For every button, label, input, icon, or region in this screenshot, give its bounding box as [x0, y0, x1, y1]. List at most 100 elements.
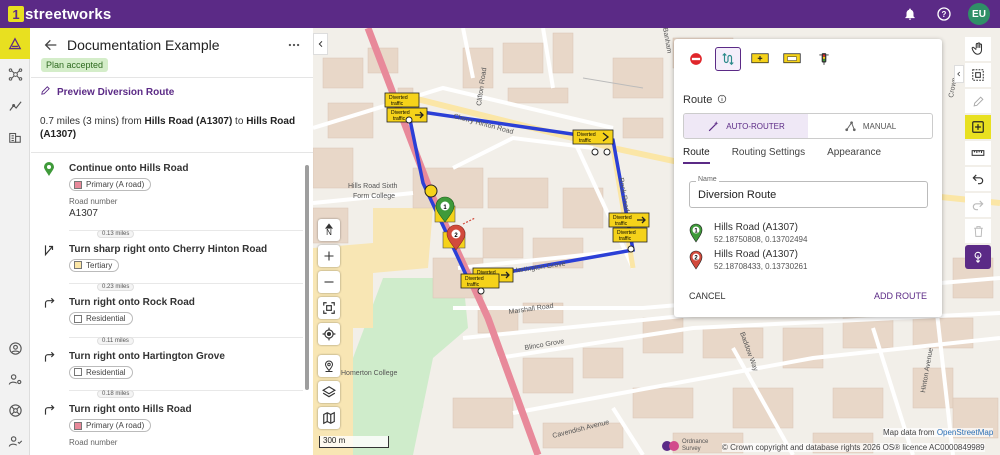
add-route-button[interactable]: ADD ROUTE	[874, 291, 927, 301]
route-step[interactable]: Turn sharp right onto Cherry Hinton Road…	[31, 239, 303, 291]
delete-icon[interactable]	[965, 219, 991, 243]
dialog-tabs: Route Routing Settings Appearance	[683, 147, 933, 164]
diverted-traffic-sign[interactable]: Diverted traffic	[612, 227, 648, 243]
tab-appearance[interactable]: Appearance	[827, 147, 881, 164]
zoom-out-button[interactable]	[318, 271, 340, 293]
top-bar: 1 streetworks ? EU	[0, 0, 1000, 28]
route-heading: Route	[683, 94, 727, 106]
route-step[interactable]: Turn right onto Hills Road Primary (A ro…	[31, 399, 303, 447]
road-type-chip: Primary (A road)	[69, 419, 152, 432]
hand-pan-icon[interactable]	[965, 37, 991, 61]
distance-label: 0.18 miles	[97, 390, 135, 398]
add-feature-icon[interactable]	[965, 115, 991, 139]
app-logo[interactable]: 1 streetworks	[8, 6, 111, 23]
preview-route-label: Preview Diversion Route	[57, 86, 175, 98]
sign-icon[interactable]	[747, 47, 773, 71]
road-swatch	[74, 314, 82, 323]
page-title: Documentation Example	[67, 37, 220, 53]
manual-button[interactable]: MANUAL	[808, 114, 932, 138]
locate-icon[interactable]	[318, 323, 340, 345]
step-distance: 0.18 miles	[69, 384, 303, 398]
road-type-chip: Residential	[69, 365, 133, 379]
openstreetmap-link[interactable]: OpenStreetMap	[937, 428, 993, 437]
nav-network-icon[interactable]	[0, 59, 30, 90]
info-icon[interactable]	[717, 94, 727, 104]
diversion-route-icon[interactable]	[715, 47, 741, 71]
app-name: streetworks	[25, 5, 112, 23]
road-swatch	[74, 261, 82, 269]
touch-mode-icon[interactable]	[965, 245, 991, 269]
bell-icon[interactable]	[900, 4, 920, 24]
auto-router-label: AUTO-ROUTER	[726, 121, 785, 131]
redo-icon[interactable]	[965, 193, 991, 217]
route-step[interactable]: Continue onto Hills Road Primary (A road…	[31, 158, 303, 238]
traffic-light-icon[interactable]	[811, 47, 837, 71]
os-logo-icon	[662, 441, 679, 451]
avatar[interactable]: EU	[968, 3, 990, 25]
panel-scrollbar[interactable]	[305, 165, 309, 390]
route-point[interactable]: 2 Hills Road (A1307) 52.18708433, 0.1373…	[689, 249, 929, 275]
undo-icon[interactable]	[965, 167, 991, 191]
diverted-traffic-sign[interactable]: Diverted traffic	[384, 92, 420, 108]
turn-right-icon	[41, 295, 57, 311]
manual-route-icon	[845, 120, 856, 131]
measure-ruler-icon[interactable]	[965, 141, 991, 165]
zoom-in-button[interactable]	[318, 245, 340, 267]
road-type: Residential	[86, 314, 126, 323]
help-icon[interactable]: ?	[934, 4, 954, 24]
diverted-sign-icon[interactable]	[779, 47, 805, 71]
diverted-traffic-sign[interactable]: Diverted traffic	[608, 212, 650, 228]
route-name-field[interactable]: Name Diversion Route	[689, 176, 928, 208]
route-step[interactable]: Turn right onto Rock Road Residential 0.…	[31, 292, 303, 345]
start-pin-icon: 1	[689, 223, 703, 243]
more-options-icon[interactable]	[287, 38, 301, 55]
summary-prefix: 0.7 miles (3 mins) from	[40, 116, 145, 127]
fit-bounds-icon[interactable]	[318, 297, 340, 319]
auto-router-button[interactable]: AUTO-ROUTER	[684, 114, 808, 138]
preview-route-link[interactable]: Preview Diversion Route	[40, 85, 174, 99]
nav-works-icon[interactable]	[0, 28, 30, 59]
account-icon[interactable]	[0, 333, 30, 364]
nav-analytics-icon[interactable]	[0, 90, 30, 121]
collapse-toolbar-button[interactable]	[954, 65, 964, 83]
compass-button[interactable]: N	[318, 219, 340, 241]
sign-text: traffic	[615, 221, 628, 227]
layers-icon[interactable]	[318, 381, 340, 403]
route-point[interactable]: 1 Hills Road (A1307) 52.18750808, 0.1370…	[689, 222, 929, 248]
point-coordinates: 52.18708433, 0.13730261	[714, 262, 808, 271]
cancel-button[interactable]: CANCEL	[689, 291, 726, 301]
diverted-traffic-sign[interactable]: Diverted traffic	[572, 129, 614, 145]
road-type-chip: Residential	[69, 312, 133, 325]
sign-text: traffic	[467, 282, 480, 288]
road-closed-icon[interactable]	[683, 47, 709, 71]
map-scale: 300 m	[319, 436, 389, 448]
status-badge: Plan accepted	[41, 58, 109, 72]
collapse-panel-button[interactable]	[313, 33, 328, 55]
admin-icon[interactable]	[0, 426, 30, 455]
point-coordinates: 52.18750808, 0.13702494	[714, 235, 808, 244]
attribution-text: Map data from	[883, 428, 937, 437]
point-name: Hills Road (A1307)	[714, 249, 798, 260]
support-icon[interactable]	[0, 395, 30, 426]
select-area-icon[interactable]	[965, 63, 991, 87]
tab-route[interactable]: Route	[683, 147, 710, 164]
back-arrow-icon[interactable]	[43, 37, 59, 56]
panel-header: Documentation Example Plan accepted	[31, 28, 313, 78]
start-pin-icon	[41, 161, 57, 177]
route-panel: Documentation Example Plan accepted Prev…	[31, 28, 313, 455]
manual-label: MANUAL	[862, 121, 897, 131]
right-toolbar	[965, 37, 993, 271]
map-label: Homerton College	[341, 370, 398, 377]
step-title: Turn right onto Hartington Grove	[69, 350, 225, 362]
diverted-traffic-sign[interactable]: Diverted traffic	[460, 273, 500, 289]
tab-routing-settings[interactable]: Routing Settings	[732, 147, 805, 164]
edit-pencil-icon[interactable]	[965, 89, 991, 113]
sign-text: traffic	[619, 236, 632, 242]
step-title: Continue onto Hills Road	[69, 163, 189, 174]
map-style-icon[interactable]	[318, 407, 340, 429]
route-step[interactable]: Turn right onto Hartington Grove Residen…	[31, 346, 303, 398]
nav-buildings-icon[interactable]	[0, 121, 30, 152]
place-pin-icon[interactable]	[318, 355, 340, 377]
user-settings-icon[interactable]	[0, 364, 30, 395]
end-pin-icon: 2	[689, 250, 703, 270]
